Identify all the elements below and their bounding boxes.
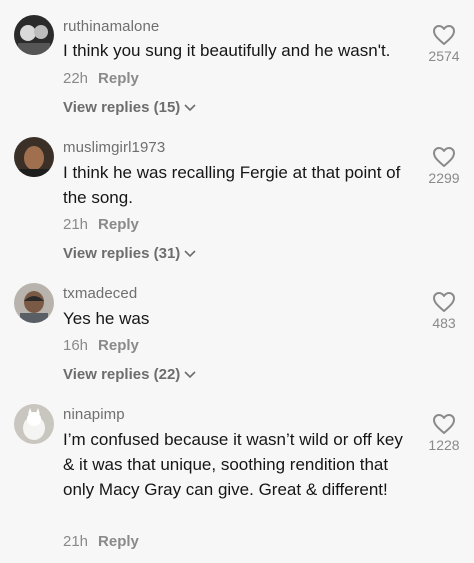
- comment-meta: 21h Reply: [63, 216, 139, 233]
- view-replies-label: View replies (22): [63, 366, 181, 383]
- avatar[interactable]: [14, 137, 54, 177]
- like-button[interactable]: 1228: [416, 413, 472, 453]
- chevron-down-icon: [184, 371, 196, 379]
- avatar[interactable]: [14, 404, 54, 444]
- view-replies-label: View replies (15): [63, 99, 181, 116]
- reply-button[interactable]: Reply: [98, 337, 139, 354]
- like-count: 2299: [428, 170, 460, 186]
- avatar[interactable]: [14, 15, 54, 55]
- reply-button[interactable]: Reply: [98, 533, 139, 550]
- like-count: 2574: [428, 48, 460, 64]
- comment-time: 21h: [63, 216, 89, 233]
- view-replies-button[interactable]: View replies (31): [63, 245, 196, 262]
- like-button[interactable]: 2574: [416, 24, 472, 64]
- comment-text: Yes he was: [63, 309, 150, 328]
- reply-button[interactable]: Reply: [98, 70, 139, 87]
- like-count: 483: [432, 315, 456, 331]
- comment-text: I’m confused because it wasn’t wild or o…: [63, 430, 403, 499]
- comment-text: I think you sung it beautifully and he w…: [63, 41, 391, 60]
- comment-username[interactable]: txmadeced: [63, 285, 137, 302]
- view-replies-label: View replies (31): [63, 245, 181, 262]
- comment-time: 21h: [63, 533, 89, 550]
- comment-meta: 16h Reply: [63, 337, 139, 354]
- view-replies-button[interactable]: View replies (22): [63, 366, 196, 383]
- heart-icon: [433, 25, 455, 45]
- comment-username[interactable]: muslimgirl1973: [63, 139, 165, 156]
- heart-icon: [433, 414, 455, 434]
- like-button[interactable]: 483: [416, 291, 472, 331]
- heart-icon: [433, 147, 455, 167]
- like-count: 1228: [428, 437, 460, 453]
- comment-meta: 22h Reply: [63, 70, 139, 87]
- comment-time: 16h: [63, 337, 89, 354]
- comment-username[interactable]: ninapimp: [63, 406, 125, 423]
- comment-meta: 21h Reply: [63, 533, 139, 550]
- comment-text: I think he was recalling Fergie at that …: [63, 163, 401, 207]
- like-button[interactable]: 2299: [416, 146, 472, 186]
- view-replies-button[interactable]: View replies (15): [63, 99, 196, 116]
- comment-username[interactable]: ruthinamalone: [63, 18, 159, 35]
- chevron-down-icon: [184, 104, 196, 112]
- chevron-down-icon: [184, 250, 196, 258]
- heart-icon: [433, 292, 455, 312]
- reply-button[interactable]: Reply: [98, 216, 139, 233]
- comment-time: 22h: [63, 70, 89, 87]
- avatar[interactable]: [14, 283, 54, 323]
